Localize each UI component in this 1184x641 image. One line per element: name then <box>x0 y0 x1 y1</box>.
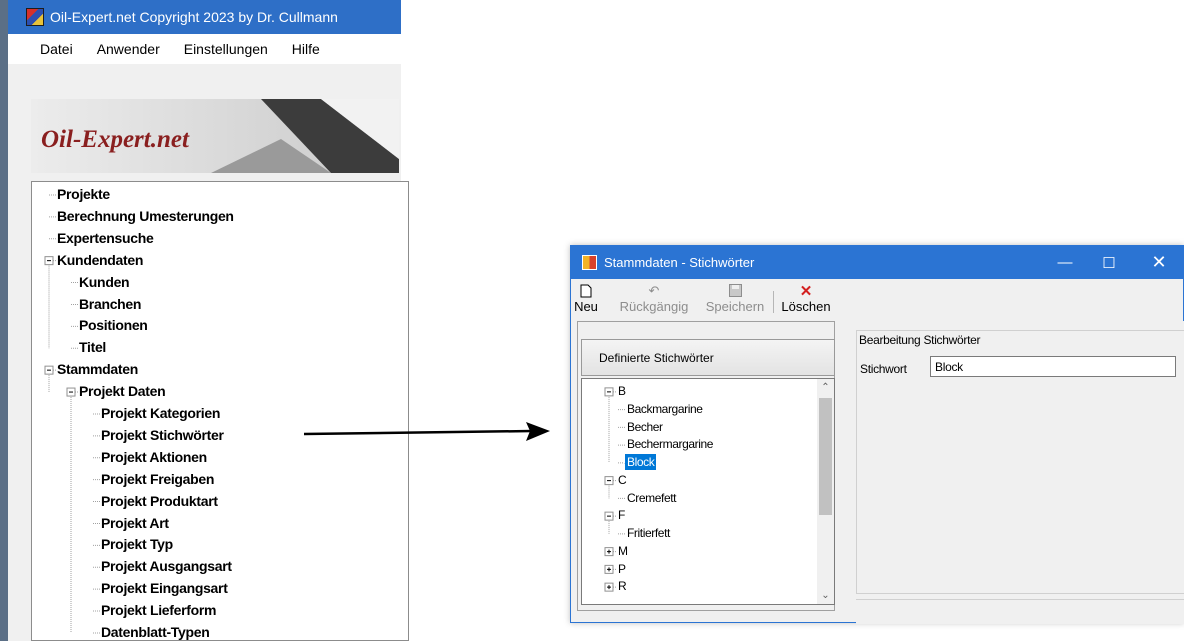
nav-tree-item[interactable]: Projekt Lieferform <box>101 600 216 621</box>
keyword-tree-item[interactable]: Block <box>623 453 658 471</box>
nav-tree-expander-9[interactable] <box>66 387 76 397</box>
scroll-thumb[interactable] <box>819 398 832 515</box>
nav-tree-item[interactable]: Projekt Ausgangsart <box>101 556 232 577</box>
keyword-tree-item[interactable]: B <box>618 383 626 399</box>
nav-tree-item[interactable]: Expertensuche <box>57 228 154 249</box>
nav-tree-item[interactable]: Berechnung Umesterungen <box>57 206 234 227</box>
keyword-tree-item[interactable]: C <box>618 472 627 488</box>
menu-datei[interactable]: Datei <box>30 41 83 57</box>
keyword-tree-item[interactable]: P <box>618 561 626 577</box>
keyword-tree-expander-5[interactable] <box>604 476 614 486</box>
nav-tree-item[interactable]: Projekt Daten <box>79 381 166 402</box>
app-icon <box>26 8 44 26</box>
nav-tree-item[interactable]: Titel <box>79 337 106 358</box>
neu-button[interactable]: Neu <box>573 282 599 318</box>
loeschen-label: Löschen <box>781 299 831 314</box>
main-window: Oil-Expert.net Copyright 2023 by Dr. Cul… <box>0 0 409 641</box>
speichern-button[interactable]: Speichern <box>701 282 769 318</box>
stichwort-input[interactable] <box>930 356 1176 377</box>
scroll-up-icon[interactable]: ⌃ <box>817 379 834 396</box>
keyword-tree-expander-11[interactable] <box>604 582 614 592</box>
dialog-toolbar: Neu ↶ Rückgängig Speichern ✕ Löschen <box>571 279 1183 321</box>
keyword-tree-item[interactable]: R <box>618 578 627 594</box>
dialog-app-icon <box>582 255 597 270</box>
nav-tree-item[interactable]: Projekt Produktart <box>101 491 218 512</box>
keyword-tree[interactable]: ⌃ ⌄ B Backmargarine Becher Bechermargarine B… <box>581 378 835 605</box>
nav-tree-item[interactable]: Projekt Stichwörter <box>101 425 224 446</box>
keyword-tree-item[interactable]: Bechermargarine <box>627 436 713 452</box>
keyword-tree-item[interactable]: M <box>618 543 628 559</box>
dialog-titlebar[interactable]: Stammdaten - Stichwörter — ☐ ✕ <box>571 246 1183 279</box>
keyword-tree-expander-7[interactable] <box>604 511 614 521</box>
rueckgaengig-button[interactable]: ↶ Rückgängig <box>619 282 689 318</box>
loeschen-button[interactable]: ✕ Löschen <box>777 282 835 318</box>
main-titlebar[interactable]: Oil-Expert.net Copyright 2023 by Dr. Cul… <box>8 0 401 34</box>
menu-hilfe[interactable]: Hilfe <box>282 41 330 57</box>
speichern-label: Speichern <box>705 299 765 314</box>
keyword-tree-scrollbar[interactable]: ⌃ ⌄ <box>817 379 834 604</box>
undo-icon: ↶ <box>648 282 660 298</box>
arrow-icon <box>303 422 550 441</box>
toolbar-separator <box>773 291 774 313</box>
nav-tree-expander-3[interactable] <box>44 256 54 266</box>
logo-text: Oil-Expert.net <box>41 126 189 153</box>
logo-banner: Oil-Expert.net <box>31 99 399 173</box>
scroll-down-icon[interactable]: ⌄ <box>817 587 834 604</box>
keywords-header: Definierte Stichwörter <box>581 339 835 376</box>
nav-tree-item[interactable]: Kunden <box>79 272 130 293</box>
keyword-tree-item[interactable]: Fritierfett <box>627 525 670 541</box>
rueckgaengig-label: Rückgängig <box>619 299 689 314</box>
nav-tree-item[interactable]: Positionen <box>79 315 148 336</box>
stichwoerter-dialog: Stammdaten - Stichwörter — ☐ ✕ Neu ↶ Rüc… <box>570 245 1184 624</box>
close-icon[interactable]: ✕ <box>1137 246 1181 279</box>
maximize-icon[interactable]: ☐ <box>1087 246 1131 279</box>
save-icon <box>728 282 742 299</box>
navigation-tree[interactable]: Projekte Berechnung Umesterungen Expertens… <box>31 181 409 641</box>
edit-panel-footer <box>856 599 1184 624</box>
menu-einstellungen[interactable]: Einstellungen <box>174 41 278 57</box>
nav-tree-item[interactable]: Stammdaten <box>57 359 138 380</box>
nav-tree-expander-8[interactable] <box>44 365 54 375</box>
minimize-icon[interactable]: — <box>1043 246 1087 279</box>
keyword-tree-expander-9[interactable] <box>604 547 614 557</box>
keywords-header-label: Definierte Stichwörter <box>599 350 714 365</box>
edit-group-title: Bearbeitung Stichwörter <box>859 333 984 347</box>
neu-label: Neu <box>574 299 598 314</box>
menubar: Datei Anwender Einstellungen Hilfe <box>8 34 401 64</box>
nav-tree-item[interactable]: Projekt Art <box>101 513 169 534</box>
nav-tree-item[interactable]: Projekt Freigaben <box>101 469 214 490</box>
nav-tree-item[interactable]: Kundendaten <box>57 250 143 271</box>
dialog-title: Stammdaten - Stichwörter <box>604 255 755 270</box>
keyword-tree-item[interactable]: Cremefett <box>627 490 676 506</box>
nav-tree-item[interactable]: Projekt Eingangsart <box>101 578 228 599</box>
keyword-tree-item[interactable]: Backmargarine <box>627 401 703 417</box>
keywords-panel: Definierte Stichwörter ⌃ ⌄ B Backmargarin… <box>577 321 835 611</box>
delete-icon: ✕ <box>799 282 813 300</box>
new-document-icon <box>580 282 592 299</box>
nav-tree-item[interactable]: Projekt Kategorien <box>101 403 220 424</box>
nav-tree-item[interactable]: Branchen <box>79 294 141 315</box>
nav-tree-item[interactable]: Datenblatt-Typen <box>101 622 210 640</box>
nav-tree-item[interactable]: Projekt Typ <box>101 534 173 555</box>
keyword-tree-expander-10[interactable] <box>604 564 614 574</box>
nav-tree-item[interactable]: Projekt Aktionen <box>101 447 207 468</box>
keyword-tree-expander-0[interactable] <box>604 387 614 397</box>
edit-panel: Bearbeitung Stichwörter Stichwort <box>856 321 1184 611</box>
nav-tree-item[interactable]: Projekte <box>57 184 110 205</box>
menu-anwender[interactable]: Anwender <box>87 41 170 57</box>
main-window-title: Oil-Expert.net Copyright 2023 by Dr. Cul… <box>50 9 338 25</box>
edit-keyword-group: Bearbeitung Stichwörter Stichwort <box>856 330 1184 594</box>
stichwort-label: Stichwort <box>860 362 907 376</box>
keyword-tree-item[interactable]: Becher <box>627 419 663 435</box>
keyword-tree-item[interactable]: F <box>618 507 625 523</box>
